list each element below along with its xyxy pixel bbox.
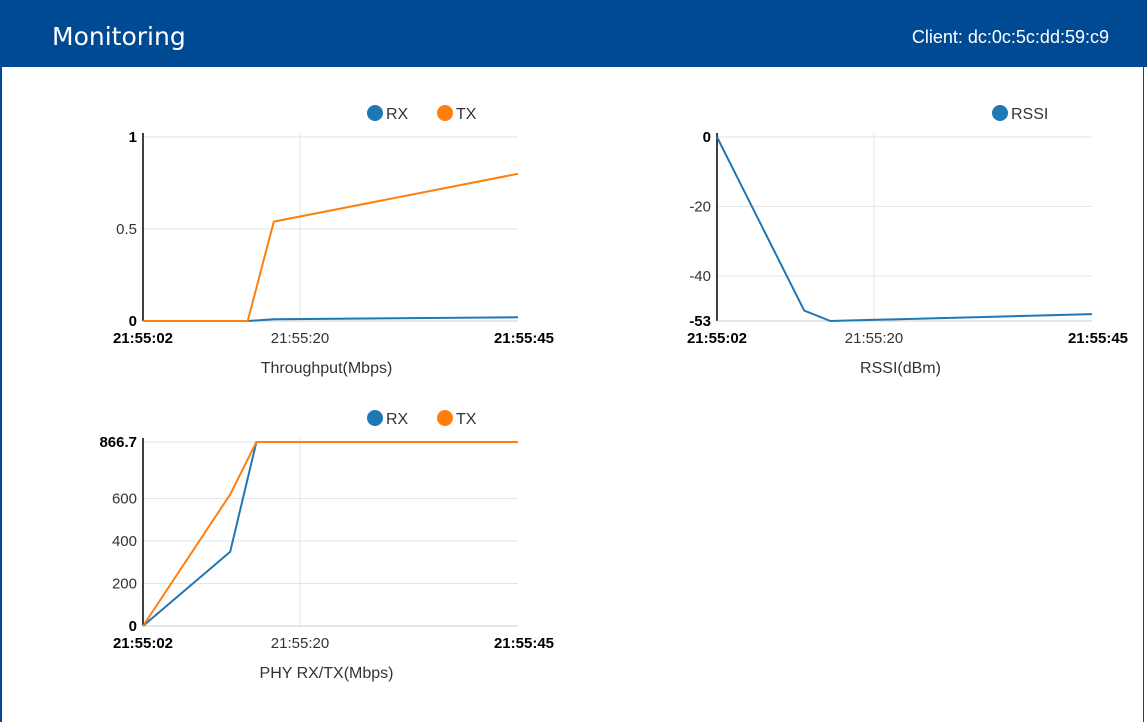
y-tick-label: -53 (689, 313, 711, 330)
y-tick-label: 0.5 (116, 221, 137, 238)
y-tick-label: 200 (112, 576, 137, 593)
x-tick-label: 21:55:02 (113, 635, 173, 652)
rssi-chart: -53 -40 -20 0 21:55:02 21:55:20 21:55:45 RSSI(d… (687, 105, 1128, 377)
y-tick-label: 400 (112, 533, 137, 550)
page-title: Monitoring (52, 22, 186, 51)
legend-marker-rx (367, 410, 383, 426)
phy-chart: 0 200 400 600 866.7 21:55:02 21:55:20 21:55:45 P… (99, 410, 554, 682)
y-tick-label: 1 (129, 129, 137, 146)
chart-caption: RSSI(dBm) (860, 360, 941, 377)
x-tick-label: 21:55:45 (494, 330, 554, 347)
x-tick-label: 21:55:20 (271, 635, 329, 652)
legend-label-tx: TX (456, 411, 477, 428)
y-tick-label: 0 (703, 129, 711, 146)
legend-label-rx: RX (386, 106, 409, 123)
legend-marker-tx (437, 105, 453, 121)
legend-label-tx: TX (456, 106, 477, 123)
y-tick-label: 0 (129, 618, 137, 635)
chart-caption: PHY RX/TX(Mbps) (260, 665, 394, 682)
header-bar: Monitoring Client: dc:0c:5c:dd:59:c9 (0, 0, 1147, 67)
throughput-chart: 0 0.5 1 21:55:02 21:55:20 21:55:45 Throughput(… (113, 105, 554, 377)
legend-marker-rx (367, 105, 383, 121)
x-tick-label: 21:55:02 (687, 330, 747, 347)
legend-marker-rssi (992, 105, 1008, 121)
legend-label-rssi: RSSI (1011, 106, 1048, 123)
series-line-rssi (716, 136, 1093, 322)
legend-marker-tx (437, 410, 453, 426)
client-label: Client: dc:0c:5c:dd:59:c9 (911, 27, 1109, 47)
series-line-tx (143, 172, 519, 322)
y-tick-label: -40 (689, 268, 711, 285)
y-tick-label: -20 (689, 198, 711, 215)
legend-label-rx: RX (386, 411, 409, 428)
y-tick-label: 0 (129, 313, 137, 330)
series-line-tx (142, 441, 518, 627)
x-tick-label: 21:55:20 (271, 330, 329, 347)
x-tick-label: 21:55:45 (494, 635, 554, 652)
chart-caption: Throughput(Mbps) (261, 360, 393, 377)
x-tick-label: 21:55:02 (113, 330, 173, 347)
x-tick-label: 21:55:20 (845, 330, 903, 347)
y-tick-label: 866.7 (99, 434, 137, 451)
x-tick-label: 21:55:45 (1068, 330, 1128, 347)
series-line-rx (142, 441, 518, 627)
y-tick-label: 600 (112, 491, 137, 508)
